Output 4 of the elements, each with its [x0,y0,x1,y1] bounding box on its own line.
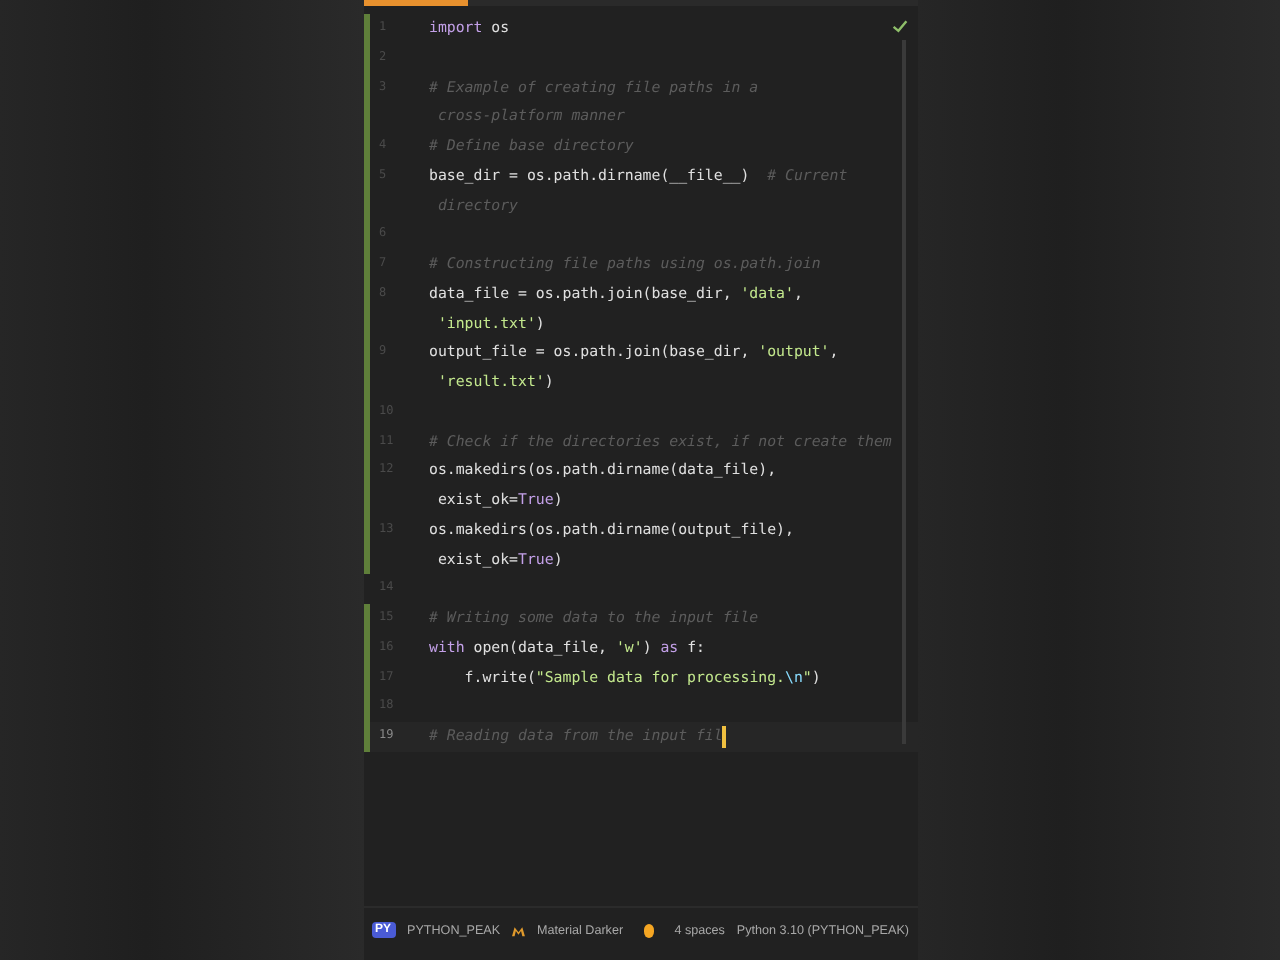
text-cursor [722,725,726,748]
checkmark-icon [891,18,907,34]
theme-icon [512,923,526,937]
status-dot-icon[interactable] [643,923,655,937]
